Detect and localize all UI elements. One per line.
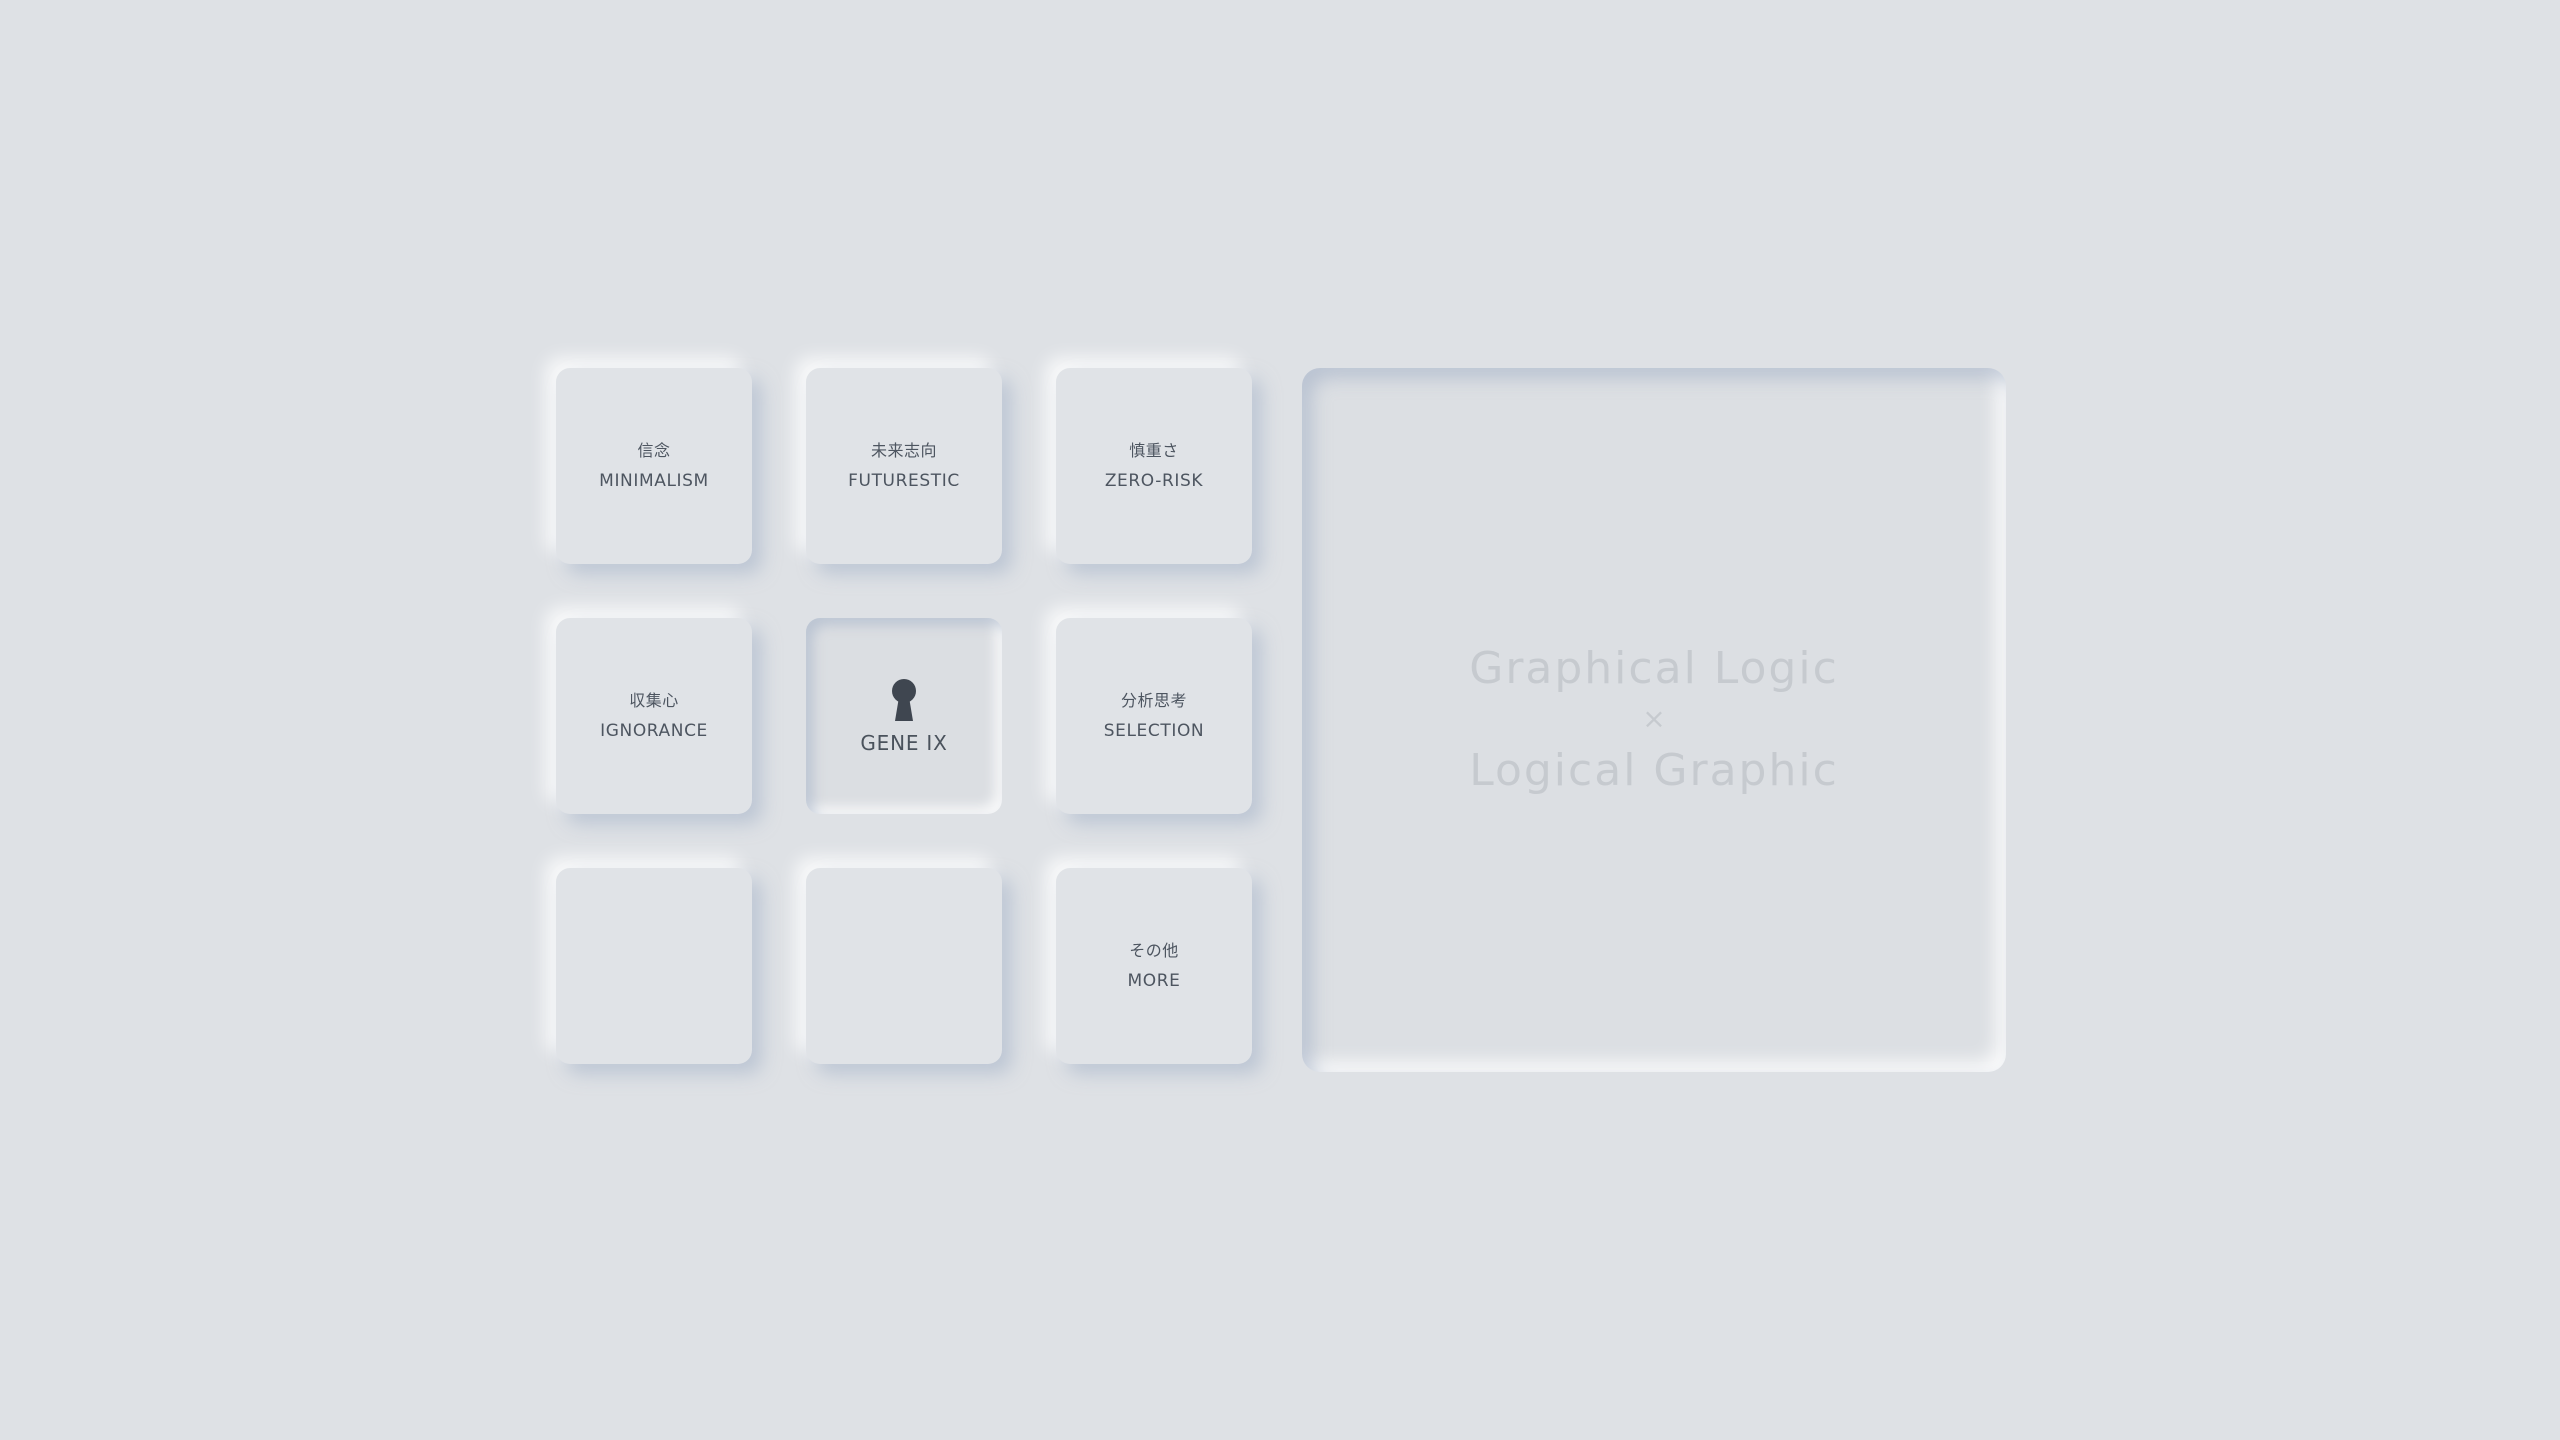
tile-more[interactable]: その他 MORE: [1056, 868, 1252, 1064]
panel-line-1: Graphical Logic: [1469, 643, 1839, 694]
tile-zero-risk[interactable]: 慎重さ ZERO-RISK: [1056, 368, 1252, 564]
tile-en-label: ZERO-RISK: [1104, 470, 1204, 491]
tile-en-label: MINIMALISM: [599, 470, 709, 491]
tile-gene-ix[interactable]: GENE IX: [806, 618, 1002, 814]
tile-jp-label: その他: [1129, 940, 1179, 960]
tile-selection[interactable]: 分析思考 SELECTION: [1056, 618, 1252, 814]
tile-ignorance[interactable]: 収集心 IGNORANCE: [556, 618, 752, 814]
keyhole-icon: [892, 679, 916, 721]
display-panel: Graphical Logic × Logical Graphic: [1302, 368, 2006, 1072]
tile-en-label: MORE: [1127, 970, 1181, 991]
tile-jp-label: 分析思考: [1120, 690, 1187, 710]
panel-line-2: Logical Graphic: [1469, 745, 1839, 796]
tile-en-label: GENE IX: [860, 731, 948, 755]
tile-en-label: IGNORANCE: [600, 720, 708, 741]
panel-separator: ×: [1642, 702, 1666, 735]
tile-en-label: SELECTION: [1103, 720, 1205, 741]
tile-futurestic[interactable]: 未来志向 FUTURESTIC: [806, 368, 1002, 564]
tile-jp-label: 慎重さ: [1129, 440, 1179, 460]
tile-empty-2[interactable]: [806, 868, 1002, 1064]
tile-en-label: FUTURESTIC: [848, 470, 960, 491]
main-stage: 信念 MINIMALISM 未来志向 FUTURESTIC 慎重さ ZERO-R…: [0, 0, 2560, 1440]
tile-jp-label: 信念: [637, 440, 671, 460]
tile-minimalism[interactable]: 信念 MINIMALISM: [556, 368, 752, 564]
tile-empty-1[interactable]: [556, 868, 752, 1064]
tile-jp-label: 収集心: [629, 690, 679, 710]
tile-jp-label: 未来志向: [870, 440, 937, 460]
